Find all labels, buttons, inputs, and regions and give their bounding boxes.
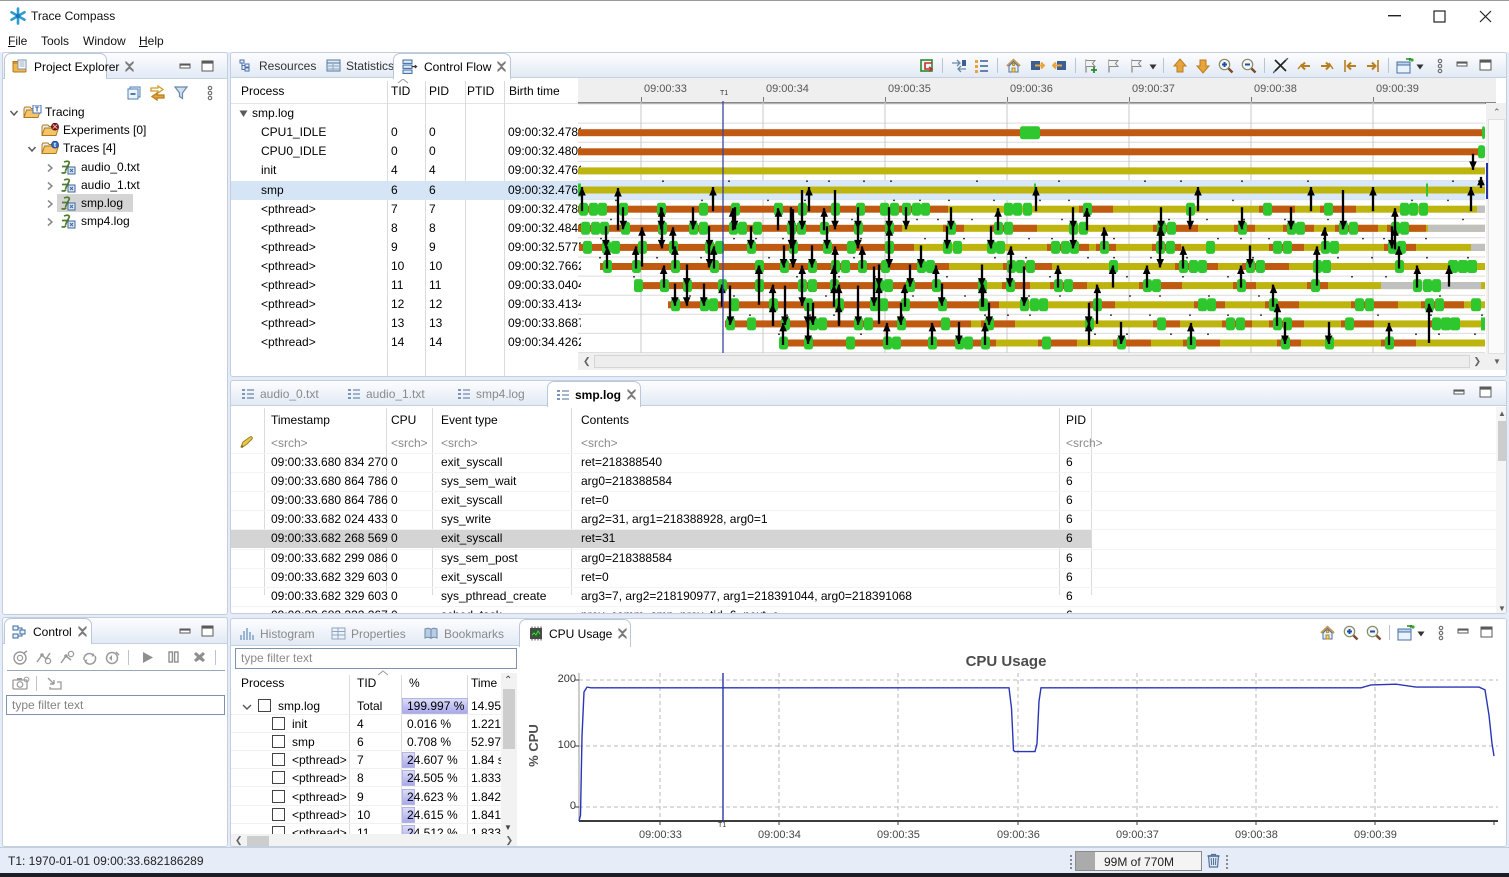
svg-text:T: T <box>35 105 40 114</box>
